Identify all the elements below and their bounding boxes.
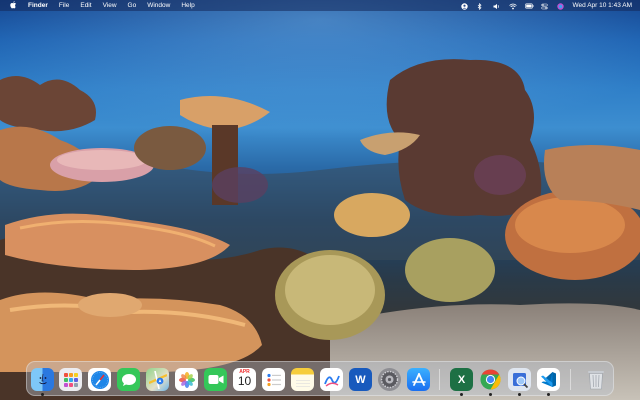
menu-file[interactable]: File xyxy=(59,2,69,9)
reminders-icon[interactable] xyxy=(262,368,285,391)
bluetooth-icon[interactable] xyxy=(477,2,484,10)
preview-icon[interactable] xyxy=(508,368,531,391)
menu-window[interactable]: Window xyxy=(147,2,170,9)
photos-icon[interactable] xyxy=(175,368,198,391)
dock-separator xyxy=(570,369,571,390)
finder-icon[interactable] xyxy=(31,368,54,391)
wifi-icon[interactable] xyxy=(508,3,517,9)
settings-icon[interactable] xyxy=(378,368,401,391)
apple-icon[interactable] xyxy=(10,0,17,11)
coral-reef-image xyxy=(0,0,640,400)
menu-app-name[interactable]: Finder xyxy=(28,2,48,9)
freeform-icon[interactable] xyxy=(320,368,343,391)
dock: APR 10 W X xyxy=(26,361,614,396)
control-center-icon[interactable] xyxy=(540,3,548,9)
running-indicator xyxy=(489,393,492,396)
running-indicator xyxy=(41,393,44,396)
menu-view[interactable]: View xyxy=(103,2,117,9)
battery-icon[interactable] xyxy=(524,3,533,9)
messages-icon[interactable] xyxy=(117,368,140,391)
app-store-icon[interactable] xyxy=(407,368,430,391)
running-indicator xyxy=(518,393,521,396)
excel-icon[interactable]: X xyxy=(450,368,473,391)
siri-icon[interactable] xyxy=(556,2,564,10)
menu-bar: Finder File Edit View Go Window Help Wed… xyxy=(0,0,640,11)
desktop-wallpaper xyxy=(0,0,640,400)
running-indicator xyxy=(460,393,463,396)
calendar-icon[interactable]: APR 10 xyxy=(233,368,256,391)
menu-edit[interactable]: Edit xyxy=(80,2,91,9)
dock-separator xyxy=(439,369,440,390)
excel-glyph: X xyxy=(457,373,466,386)
vscode-icon[interactable] xyxy=(537,368,560,391)
trash-icon[interactable] xyxy=(584,368,607,391)
word-icon[interactable]: W xyxy=(349,368,372,391)
calendar-day: 10 xyxy=(237,374,252,388)
notes-icon[interactable] xyxy=(291,368,314,391)
audio-icon[interactable] xyxy=(493,3,500,9)
launchpad-icon[interactable] xyxy=(59,368,82,391)
facetime-icon[interactable] xyxy=(204,368,227,391)
safari-icon[interactable] xyxy=(88,368,111,391)
menu-help[interactable]: Help xyxy=(181,2,194,9)
menu-clock[interactable]: Wed Apr 10 1:43 AM xyxy=(573,2,633,9)
chrome-icon[interactable] xyxy=(479,368,502,391)
maps-icon[interactable] xyxy=(146,368,169,391)
running-indicator xyxy=(547,393,550,396)
word-glyph: W xyxy=(355,373,366,386)
user-icon[interactable] xyxy=(460,2,468,10)
menu-go[interactable]: Go xyxy=(128,2,137,9)
